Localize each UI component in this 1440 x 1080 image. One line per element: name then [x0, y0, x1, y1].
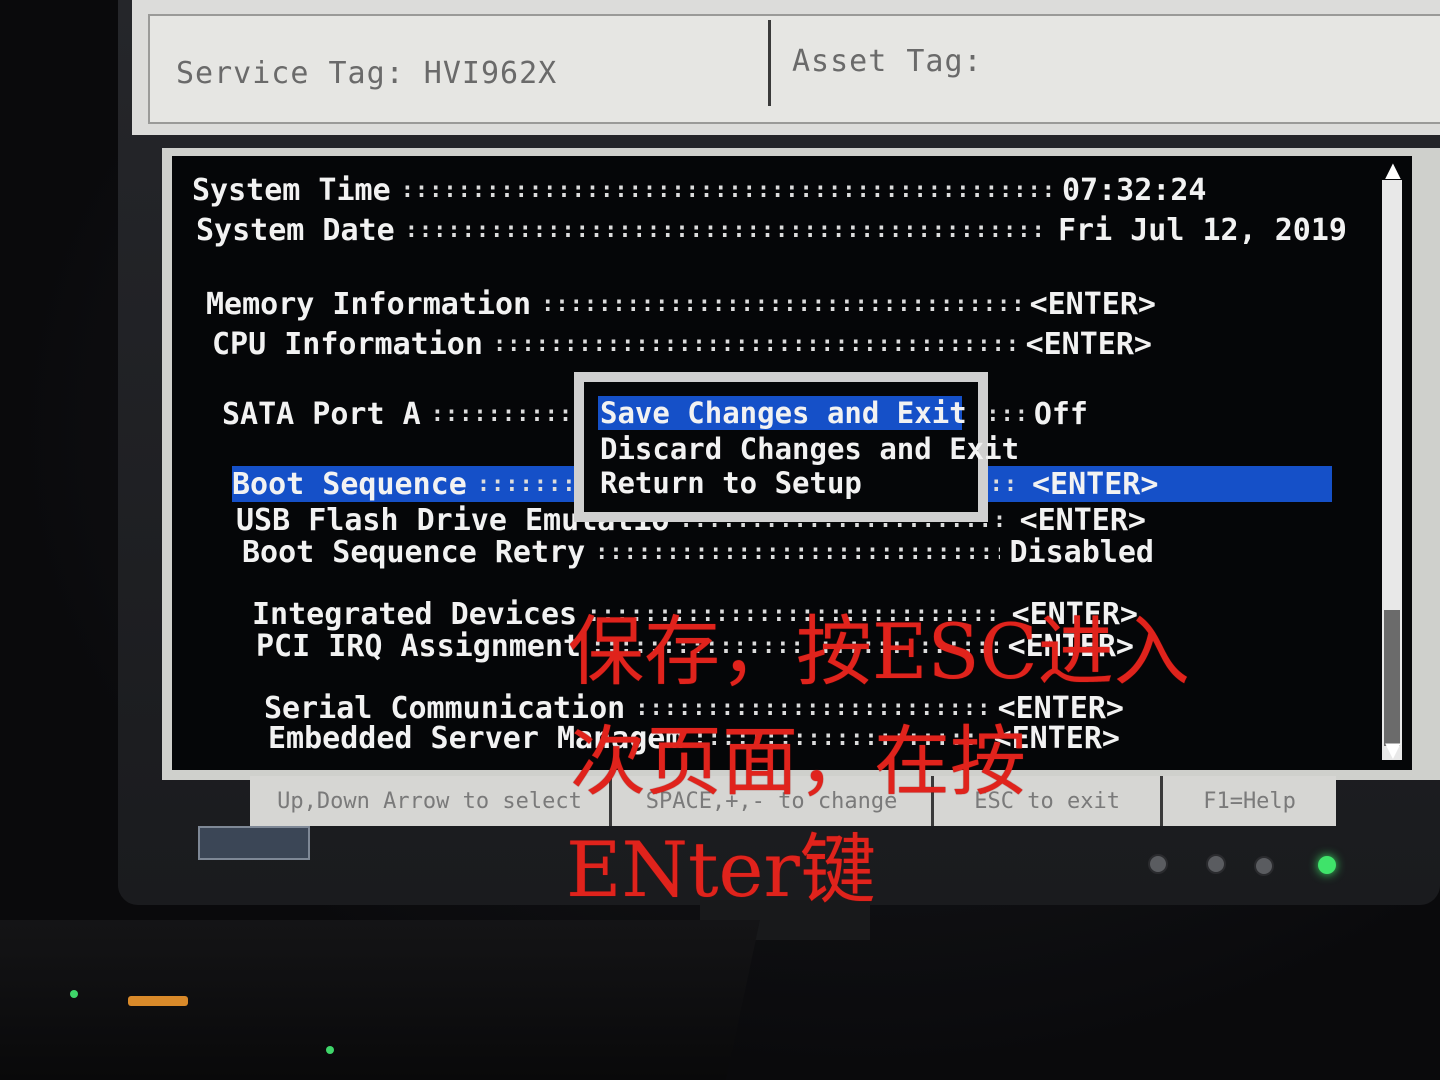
setting-value: <ENTER> [993, 720, 1120, 756]
setting-cpu-information[interactable]: CPU Information <ENTER> [212, 326, 1152, 362]
scroll-up-arrow-icon[interactable]: ▲ [1381, 157, 1405, 183]
setting-value: <ENTER> [1007, 628, 1134, 664]
header-divider [768, 20, 771, 106]
power-led-icon[interactable] [1318, 856, 1336, 874]
leader-dots [595, 540, 999, 565]
scrollbar-thumb[interactable] [1384, 610, 1400, 746]
leader-dots [401, 178, 1052, 203]
setting-value: <ENTER> [1025, 326, 1152, 362]
leader-dots [693, 726, 983, 751]
help-bar: Up,Down Arrow to select SPACE,+,- to cha… [250, 776, 1336, 826]
setting-value: 07:32:24 [1062, 172, 1207, 208]
server-activity-led [128, 996, 188, 1006]
leader-dots [493, 332, 1016, 357]
setting-value: Disabled [1009, 534, 1155, 570]
monitor-button[interactable] [1148, 854, 1168, 874]
asset-tag: Asset Tag: [792, 44, 983, 79]
setting-value: <ENTER> [1019, 502, 1146, 538]
setting-value: Fri Jul 12, 2019 [1058, 212, 1347, 248]
setting-boot-sequence-retry[interactable]: Boot Sequence Retry Disabled [242, 534, 1154, 570]
leader-dots [405, 218, 1048, 243]
setting-value: <ENTER> [1029, 286, 1156, 322]
help-change: SPACE,+,- to change [612, 776, 935, 826]
monitor-sticker [198, 826, 310, 860]
photo-scene: Service Tag: HVI962X Asset Tag: System T… [0, 0, 1440, 1080]
leader-dots [591, 634, 997, 659]
server-status-led [70, 990, 78, 998]
setting-label: Boot Sequence [232, 466, 467, 502]
setting-embedded-server-management[interactable]: Embedded Server Managem <ENTER> [268, 720, 1120, 756]
setting-memory-information[interactable]: Memory Information <ENTER> [206, 286, 1156, 322]
setting-label: Memory Information [206, 286, 532, 322]
leader-dots [635, 696, 987, 721]
setting-label: Embedded Server Managem [268, 720, 684, 756]
setting-value: Off [1033, 396, 1088, 432]
setting-label: Boot Sequence Retry [242, 534, 586, 570]
setting-label: System Date [196, 212, 395, 248]
setting-integrated-devices[interactable]: Integrated Devices <ENTER> [252, 596, 1138, 632]
scroll-down-arrow-icon[interactable]: ▼ [1381, 737, 1405, 763]
setting-pci-irq-assignment[interactable]: PCI IRQ Assignment <ENTER> [256, 628, 1134, 664]
return-to-setup-option[interactable]: Return to Setup [598, 466, 862, 500]
setting-value: <ENTER> [1032, 466, 1159, 502]
save-changes-and-exit-option[interactable]: Save Changes and Exit [598, 396, 967, 430]
help-exit: ESC to exit [934, 776, 1164, 826]
setting-system-time[interactable]: System Time 07:32:24 [192, 172, 1322, 208]
server-chassis [0, 920, 760, 1080]
help-select: Up,Down Arrow to select [250, 776, 612, 826]
setting-label: System Time [192, 172, 391, 208]
help-f1: F1=Help [1203, 788, 1296, 814]
server-status-led [326, 1046, 334, 1054]
leader-dots [541, 292, 1019, 317]
setting-label: PCI IRQ Assignment [256, 628, 582, 664]
monitor-button[interactable] [1254, 856, 1274, 876]
setting-label: CPU Information [212, 326, 483, 362]
discard-changes-and-exit-option[interactable]: Discard Changes and Exit [598, 432, 1019, 466]
leader-dots [587, 602, 1001, 627]
setting-system-date[interactable]: System Date Fri Jul 12, 2019 [196, 212, 1347, 248]
setting-value: <ENTER> [1011, 596, 1138, 632]
setting-label: SATA Port A [222, 396, 421, 432]
service-tag: Service Tag: HVI962X [176, 56, 558, 91]
setting-label: Integrated Devices [252, 596, 578, 632]
monitor-button[interactable] [1206, 854, 1226, 874]
